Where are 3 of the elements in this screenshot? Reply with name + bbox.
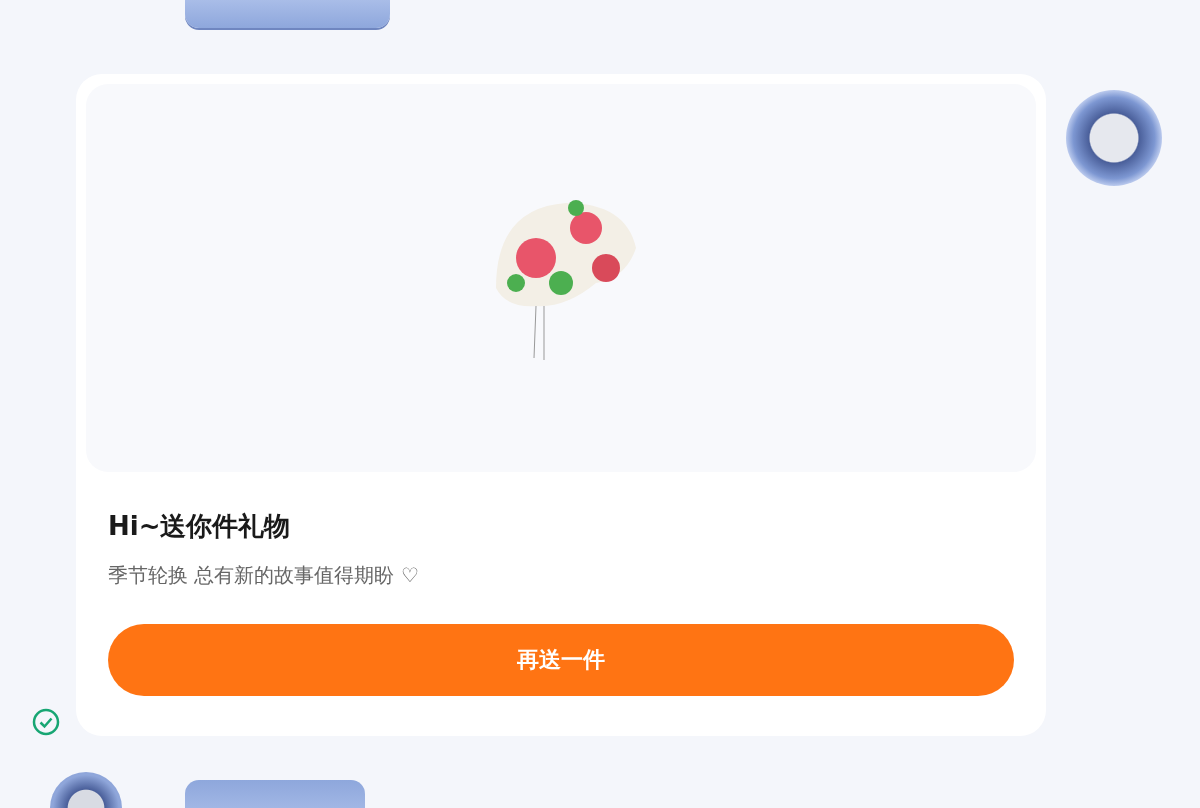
send-again-button[interactable]: 再送一件	[108, 624, 1014, 696]
gift-title: Hi~送你件礼物	[108, 510, 292, 543]
gift-message: 季节轮换 总有新的故事值得期盼 ♡	[108, 562, 420, 589]
